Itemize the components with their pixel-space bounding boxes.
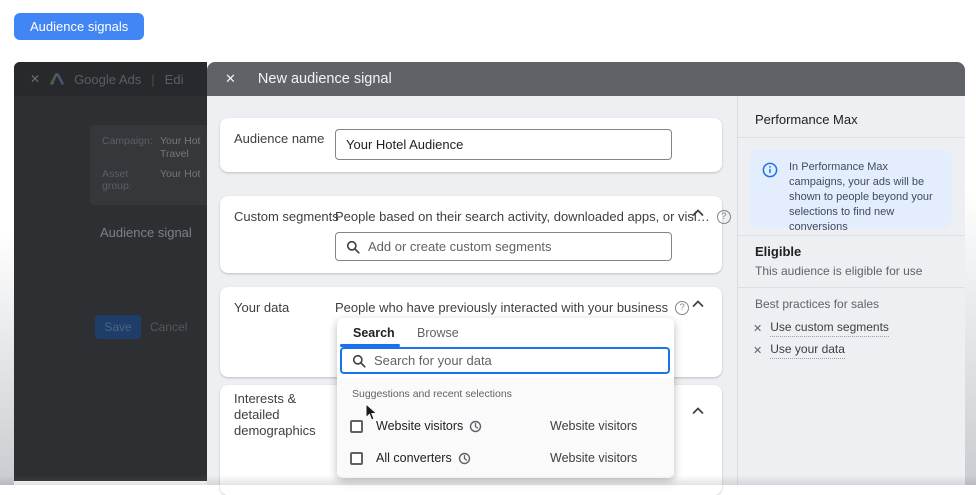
your-data-search-input[interactable]: Search for your data	[340, 347, 670, 374]
audience-name-card: Audience name	[220, 118, 722, 172]
divider	[738, 235, 965, 236]
your-data-description: People who have previously interacted wi…	[335, 300, 669, 315]
x-icon: ✕	[753, 345, 763, 357]
audience-signals-chip[interactable]: Audience signals	[14, 13, 145, 40]
custom-segments-description-row: People based on their search activity, d…	[335, 209, 731, 224]
custom-segments-placeholder: Add or create custom segments	[368, 239, 552, 254]
suggestion-category: Website visitors	[550, 419, 638, 433]
your-data-label: Your data	[234, 300, 290, 315]
suggestions-header: Suggestions and recent selections	[352, 388, 512, 400]
help-icon[interactable]: ?	[675, 300, 690, 315]
your-data-description-row: People who have previously interacted wi…	[335, 300, 690, 315]
close-icon: ✕	[30, 72, 41, 86]
x-icon: ✕	[753, 323, 763, 335]
tab-browse[interactable]: Browse	[417, 326, 459, 340]
recent-clock-icon	[458, 452, 470, 464]
list-item[interactable]: Website visitors Website visitors	[350, 417, 662, 435]
sidebar-title: Performance Max	[755, 112, 858, 127]
brand-name: Google Ads	[74, 71, 142, 87]
modal-header: ✕ New audience signal	[207, 62, 965, 96]
best-practice-item[interactable]: ✕ Use your data	[753, 342, 845, 359]
campaign-summary-card: Campaign: Your Hot Travel Asset group: Y…	[90, 125, 207, 205]
asset-group-row: Asset group: Your Hot	[102, 168, 207, 192]
tab-search[interactable]: Search	[353, 326, 395, 340]
best-practice-link[interactable]: Use your data	[770, 342, 845, 359]
best-practice-item[interactable]: ✕ Use custom segments	[753, 320, 889, 337]
info-icon	[762, 162, 778, 178]
your-data-search-placeholder: Search for your data	[374, 353, 492, 368]
custom-segments-description: People based on their search activity, d…	[335, 209, 710, 224]
google-ads-logo-icon	[50, 73, 64, 85]
modal-title: New audience signal	[257, 71, 392, 87]
audience-signals-label: Audience signals	[30, 19, 129, 34]
cancel-button[interactable]: Cancel	[150, 320, 187, 334]
recent-clock-icon	[470, 420, 482, 432]
frame-left-margin	[0, 62, 14, 485]
nav-item-truncated: Edi	[164, 71, 184, 87]
performance-max-info-box: In Performance Max campaigns, your ads w…	[749, 150, 952, 233]
suggestion-name: Website visitors	[376, 419, 464, 433]
help-icon[interactable]: ?	[716, 209, 731, 224]
chevron-up-icon[interactable]	[690, 296, 706, 312]
suggestion-category: Website visitors	[550, 451, 638, 465]
asset-group-value: Your Hot	[160, 168, 201, 180]
campaign-row: Campaign: Your Hot Travel	[102, 135, 207, 161]
modal-close-icon[interactable]: ✕	[225, 71, 236, 87]
custom-segments-search-box[interactable]: Add or create custom segments	[335, 232, 672, 261]
eligible-title: Eligible	[755, 244, 802, 259]
best-practice-link[interactable]: Use custom segments	[770, 320, 889, 337]
background-app-header: ✕ Google Ads | Edi	[14, 62, 207, 96]
divider	[738, 137, 965, 138]
suggestion-name: All converters	[376, 451, 452, 465]
chevron-up-icon[interactable]	[690, 205, 706, 221]
custom-segments-label: Custom segments	[234, 209, 339, 224]
eligible-text: This audience is eligible for use	[755, 264, 923, 278]
audience-name-input[interactable]	[335, 129, 672, 160]
chevron-up-icon[interactable]	[690, 403, 706, 419]
frame-right-margin	[965, 62, 976, 485]
checkbox[interactable]	[350, 451, 363, 465]
header-separator: |	[151, 71, 155, 87]
asset-group-label: Asset group:	[102, 168, 132, 192]
info-text: In Performance Max campaigns, your ads w…	[789, 161, 933, 233]
search-icon	[346, 240, 360, 254]
audience-name-label: Audience name	[234, 131, 325, 146]
list-item[interactable]: All converters Website visitors	[350, 449, 662, 467]
save-button[interactable]: Save	[95, 315, 141, 339]
campaign-value: Your Hot Travel	[160, 135, 201, 160]
suggestions-section: Suggestions and recent selections Websit…	[337, 378, 674, 478]
background-app-panel: ✕ Google Ads | Edi Campaign: Your Hot Tr…	[14, 62, 207, 481]
search-icon	[352, 354, 366, 368]
audience-signal-section-title: Audience signal	[100, 225, 192, 240]
interests-demographics-label: Interests & detailed demographics	[234, 391, 316, 438]
checkbox[interactable]	[350, 419, 363, 433]
campaign-label: Campaign:	[102, 135, 153, 147]
mouse-cursor	[365, 403, 378, 422]
your-data-dropdown-panel: Search Browse Search for your data Sugge…	[337, 318, 674, 478]
custom-segments-card: Custom segments People based on their se…	[220, 196, 731, 273]
best-practices-title: Best practices for sales	[755, 297, 880, 311]
divider	[738, 287, 965, 288]
